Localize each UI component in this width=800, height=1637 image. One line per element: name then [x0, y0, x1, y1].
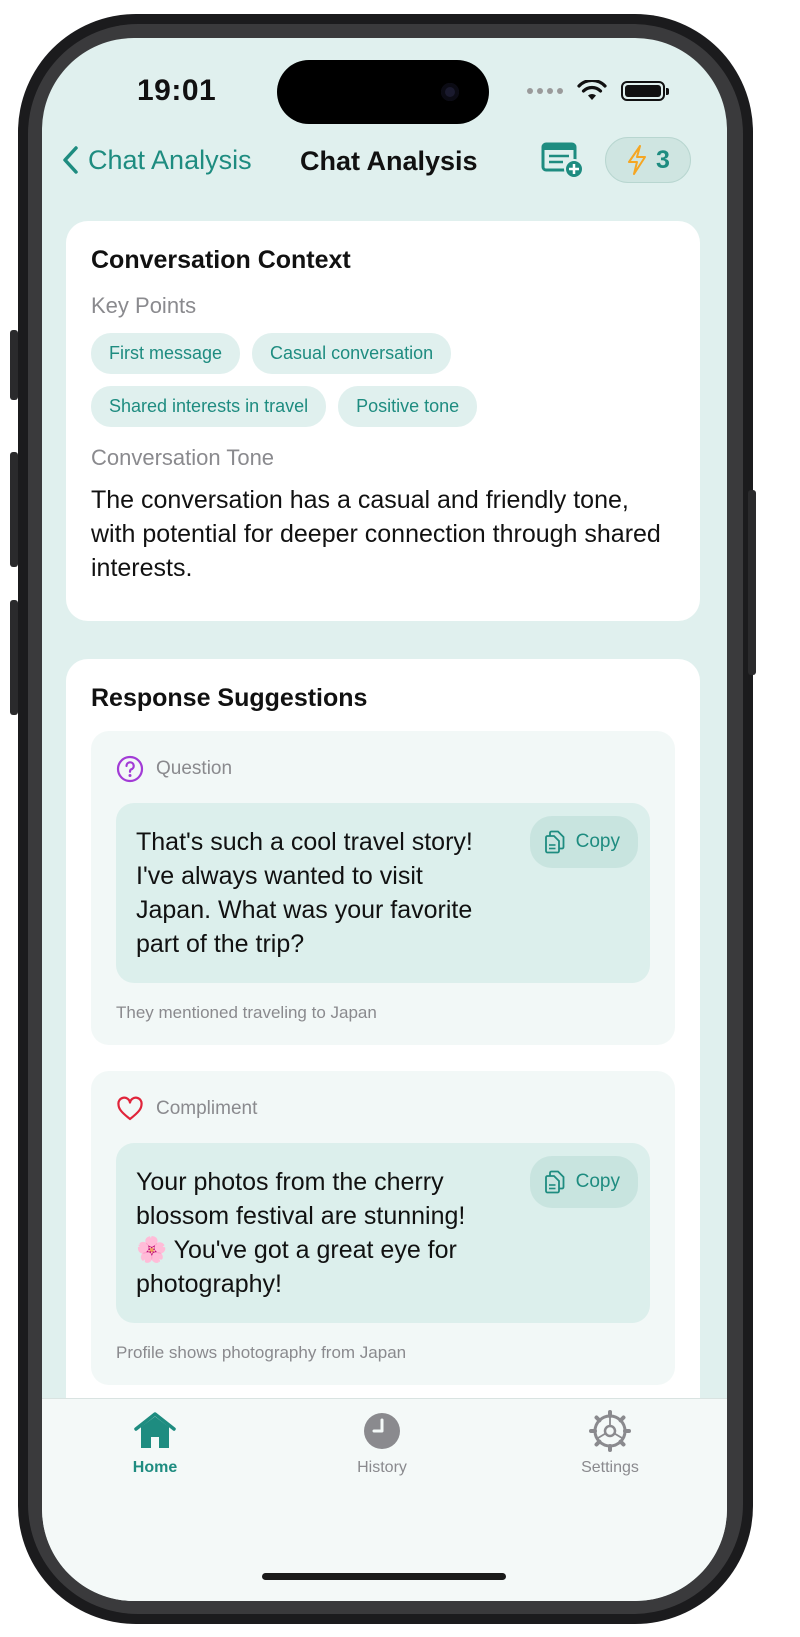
response-suggestions-card: Response Suggestions Question That's suc…	[66, 659, 700, 1398]
chevron-left-icon	[63, 146, 78, 174]
suggestion-text: That's such a cool travel story! I've al…	[136, 828, 473, 958]
heart-icon	[117, 1096, 143, 1121]
conversation-context-card: Conversation Context Key Points First me…	[66, 221, 700, 621]
side-button-volume-down	[10, 600, 18, 715]
lightning-icon	[628, 145, 647, 175]
navigation-bar: Chat Analysis Chat Analysis 3	[42, 137, 727, 188]
house-icon	[134, 1412, 176, 1448]
key-point-chip: Shared interests in travel	[91, 386, 327, 427]
status-icons	[527, 80, 669, 102]
suggestion-text-bubble: Your photos from the cherry blossom fest…	[116, 1143, 650, 1323]
tone-label: Conversation Tone	[91, 445, 275, 470]
copy-button-label: Copy	[575, 1171, 620, 1192]
status-bar: 19:01	[42, 38, 727, 138]
tab-history[interactable]: History	[322, 1409, 442, 1477]
credits-count: 3	[656, 145, 670, 174]
key-point-chip: Positive tone	[338, 386, 478, 427]
battery-icon	[621, 81, 669, 101]
context-title: Conversation Context	[91, 246, 351, 274]
key-point-chip: Casual conversation	[252, 333, 452, 374]
side-button-action	[10, 330, 18, 400]
side-button-volume-up	[10, 452, 18, 567]
suggestion-text-bubble: That's such a cool travel story! I've al…	[116, 803, 650, 983]
tab-home[interactable]: Home	[95, 1409, 215, 1477]
tab-bar: Home History Settings	[42, 1398, 727, 1601]
clock-icon	[364, 1413, 400, 1449]
tab-settings[interactable]: Settings	[550, 1409, 670, 1477]
status-time: 19:01	[137, 74, 217, 107]
suggestion-reason: They mentioned traveling to Japan	[116, 1003, 377, 1022]
key-points-list: First message Casual conversation Shared…	[91, 333, 531, 427]
credits-badge[interactable]: 3	[605, 137, 691, 183]
content-scroll[interactable]: Conversation Context Key Points First me…	[42, 218, 727, 1398]
suggestions-title: Response Suggestions	[91, 684, 368, 712]
suggestion-header: Compliment	[116, 1095, 650, 1123]
page-title: Chat Analysis	[300, 146, 478, 176]
cellular-signal-icon	[527, 88, 563, 94]
tab-settings-label: Settings	[581, 1459, 639, 1476]
key-point-chip: First message	[91, 333, 241, 374]
tab-home-label: Home	[132, 1459, 178, 1476]
copy-button[interactable]: Copy	[529, 1156, 638, 1208]
side-button-power	[748, 490, 756, 675]
tab-history-label: History	[357, 1459, 407, 1476]
question-circle-icon	[116, 755, 144, 783]
suggestion-category: Compliment	[156, 1098, 258, 1119]
key-points-label: Key Points	[91, 293, 197, 318]
tone-description: The conversation has a casual and friend…	[91, 486, 661, 582]
suggestion-item: Compliment Your photos from the cherry b…	[91, 1071, 675, 1385]
copy-icon	[544, 1170, 565, 1194]
suggestion-header: Question	[116, 755, 650, 783]
suggestion-reason: Profile shows photography from Japan	[116, 1343, 407, 1362]
back-button[interactable]: Chat Analysis	[60, 144, 252, 176]
home-indicator[interactable]	[262, 1573, 506, 1580]
copy-icon	[544, 830, 565, 854]
camera-icon	[441, 83, 459, 101]
copy-button[interactable]: Copy	[529, 816, 638, 868]
gear-icon	[589, 1410, 631, 1452]
wifi-icon	[577, 80, 607, 100]
screen: 19:01 Chat Analysis Chat Analysis 3 Conv…	[42, 38, 727, 1601]
back-button-label: Chat Analysis	[88, 144, 252, 175]
add-report-icon[interactable]	[541, 140, 585, 180]
suggestion-category: Question	[156, 758, 233, 779]
suggestion-text: Your photos from the cherry blossom fest…	[136, 1168, 466, 1298]
suggestion-item: Question That's such a cool travel story…	[91, 731, 675, 1045]
copy-button-label: Copy	[575, 831, 620, 852]
dynamic-island	[277, 60, 489, 124]
